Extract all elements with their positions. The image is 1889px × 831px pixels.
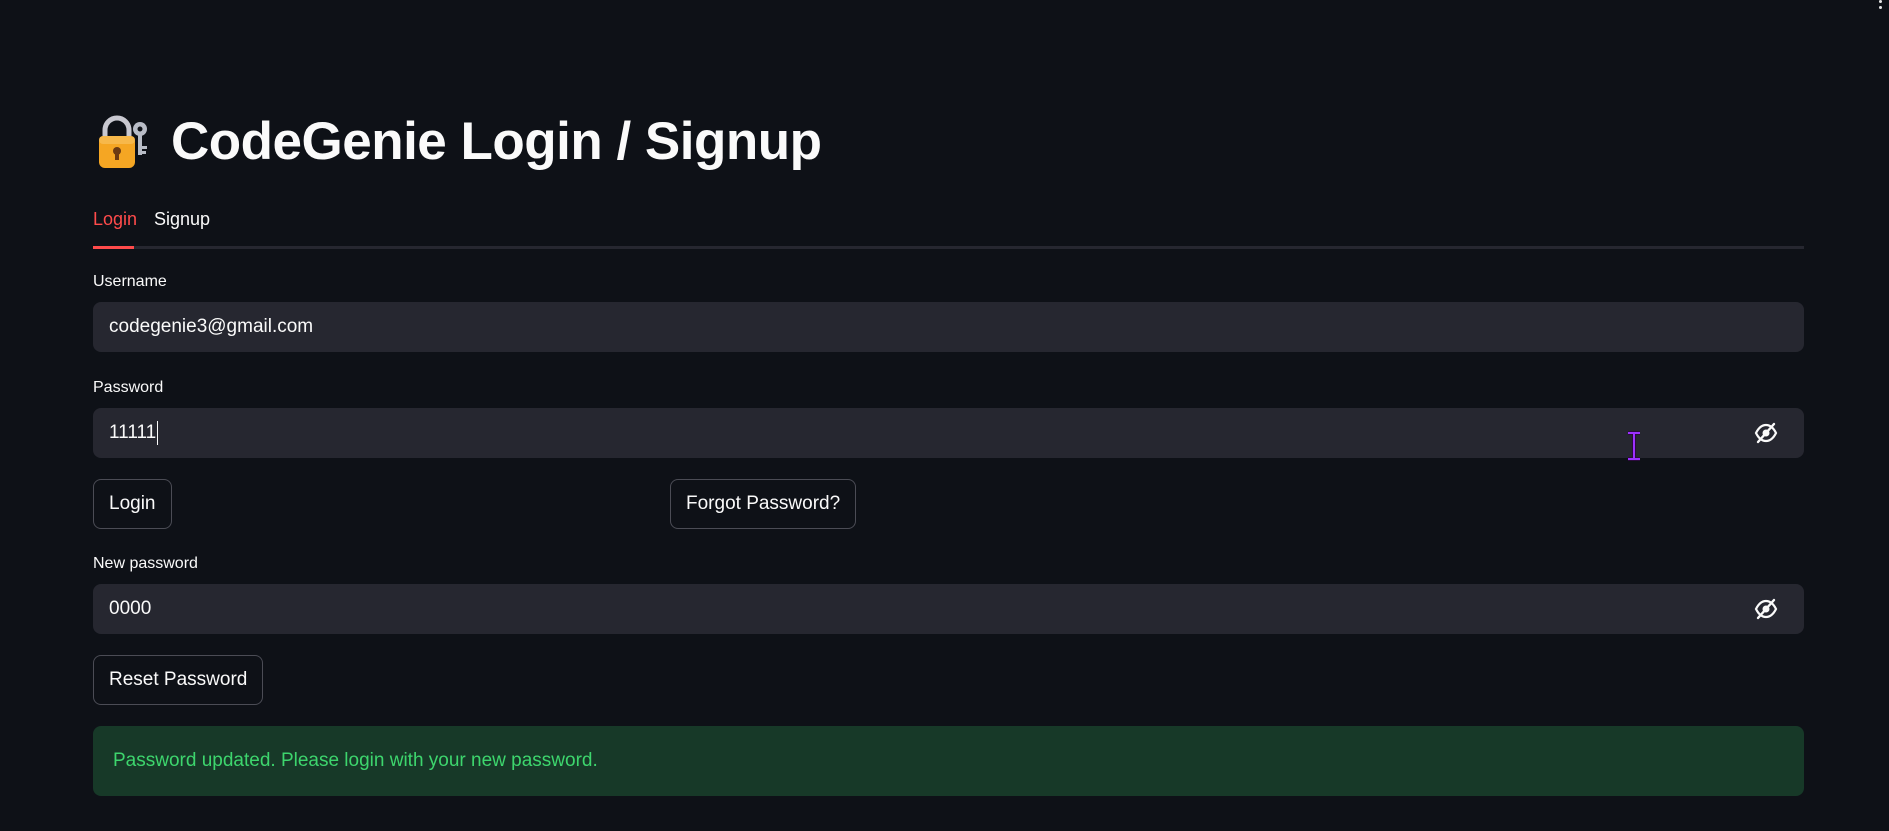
tab-bar: Login Signup [93,206,1804,249]
login-button[interactable]: Login [93,479,172,529]
password-label: Password [93,379,164,396]
success-alert: Password updated. Please login with your… [93,726,1804,796]
username-label: Username [93,273,167,290]
tab-login[interactable]: Login [93,209,137,230]
forgot-password-button[interactable]: Forgot Password? [670,479,857,529]
username-value: codegenie3@gmail.com [109,316,314,337]
new-password-label: New password [93,555,198,572]
text-caret [157,421,159,445]
main-menu-icon[interactable] [1879,0,1883,10]
page-title: CodeGenie Login / Signup [171,111,822,171]
tab-signup[interactable]: Signup [154,209,210,230]
active-tab-indicator [93,246,134,249]
password-value: 11111 [109,422,157,443]
lock-with-key-icon [93,110,155,172]
app-page: CodeGenie Login / Signup Login Signup Us… [0,0,1889,831]
hide-password-icon[interactable] [1754,422,1778,444]
reset-password-button[interactable]: Reset Password [93,655,264,705]
new-password-input[interactable]: 0000 [93,584,1804,634]
page-header: CodeGenie Login / Signup [93,108,822,174]
password-input[interactable]: 11111 [93,408,1804,458]
username-input[interactable]: codegenie3@gmail.com [93,302,1804,352]
success-message: Password updated. Please login with your… [113,750,598,771]
new-password-value: 0000 [109,598,152,619]
hide-new-password-icon[interactable] [1754,598,1778,620]
text-cursor-icon [1626,431,1642,461]
